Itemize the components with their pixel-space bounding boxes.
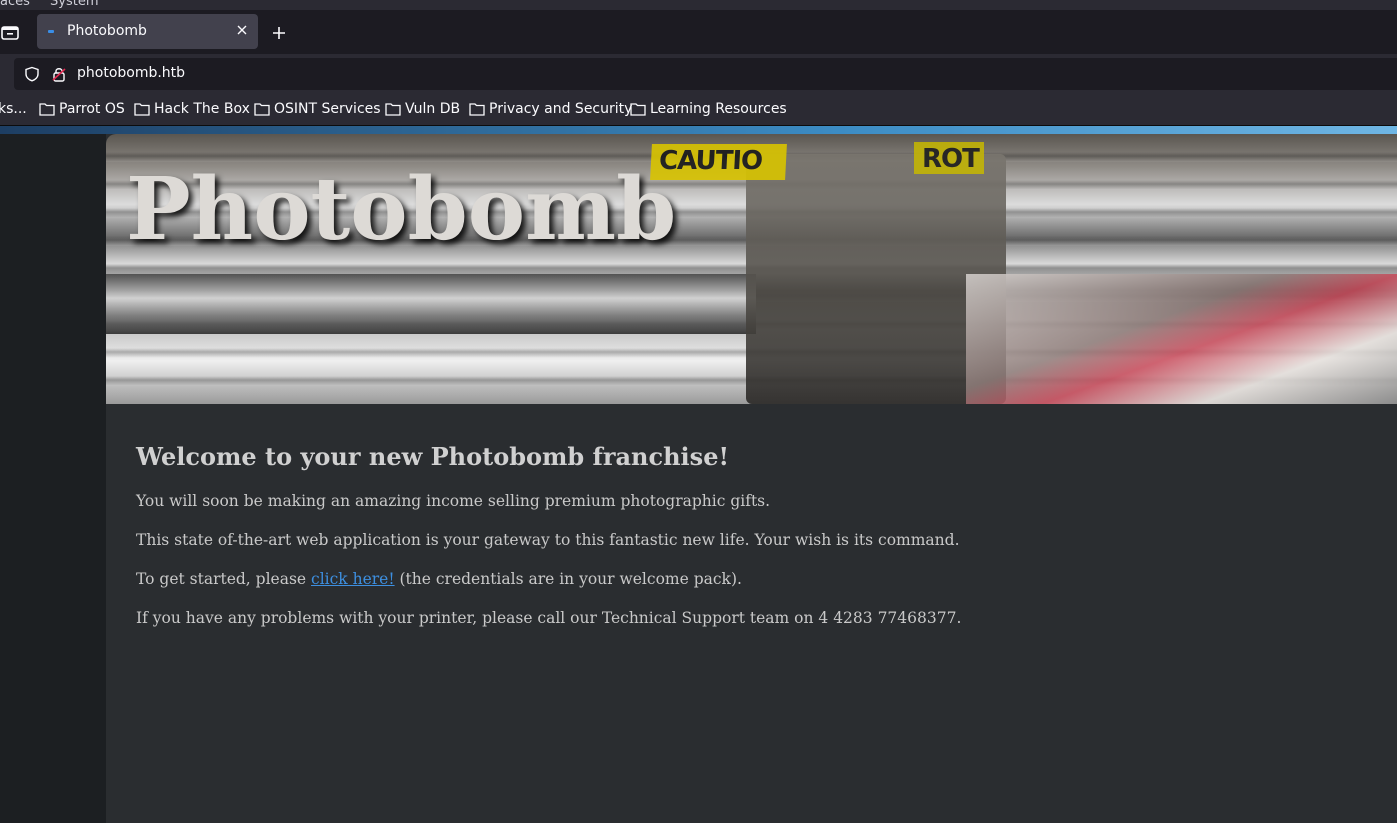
folder-icon <box>630 103 646 116</box>
paragraph-support: If you have any problems with your print… <box>136 609 962 627</box>
bookmark-label: Learning Resources <box>650 101 787 117</box>
paragraph-income: You will soon be making an amazing incom… <box>136 492 771 510</box>
url-text[interactable]: photobomb.htb <box>77 65 185 81</box>
tab-title: Photobomb <box>67 23 147 39</box>
bookmark-label: ks... <box>0 101 27 117</box>
bookmark-label: Vuln DB <box>405 101 461 117</box>
tab-strip: Photobomb <box>0 10 1397 54</box>
url-bar[interactable]: photobomb.htb <box>14 58 1397 90</box>
bookmark-label: OSINT Services <box>274 101 381 117</box>
system-top-bar: aces System <box>0 0 1397 10</box>
hero-rot-text: ROT <box>922 144 980 174</box>
main-text: Welcome to your new Photobomb franchise!… <box>136 442 1366 647</box>
bookmark-label: Hack The Box <box>154 101 250 117</box>
folder-icon <box>385 103 401 116</box>
bookmark-parrot-os[interactable]: Parrot OS <box>39 101 125 117</box>
hero-roller-image <box>106 274 756 334</box>
paragraph-gateway: This state of-the-art web application is… <box>136 531 960 549</box>
hero-banner: CAUTIO ROT Photobomb <box>106 134 1397 404</box>
insecure-lock-icon[interactable] <box>51 66 67 82</box>
web-content: CAUTIO ROT Photobomb Welcome to your new… <box>0 126 1397 823</box>
hero-paper-image <box>966 274 1397 404</box>
bookmarks-toolbar: ks... Parrot OS Hack The Box OSINT Servi… <box>0 94 1397 125</box>
favicon-icon <box>48 30 54 33</box>
bookmark-label: Privacy and Security <box>489 101 633 117</box>
bookmark-privacy-and-security[interactable]: Privacy and Security <box>469 101 632 117</box>
shield-icon[interactable] <box>24 66 40 82</box>
page-container: CAUTIO ROT Photobomb Welcome to your new… <box>106 134 1397 823</box>
bookmark-overflow[interactable]: ks... <box>0 101 27 117</box>
paragraph-get-started: To get started, please click here! (the … <box>136 569 1366 590</box>
get-started-suffix: (the credentials are in your welcome pac… <box>394 570 742 588</box>
bookmark-learning-resources[interactable]: Learning Resources <box>630 101 787 117</box>
bookmark-hack-the-box[interactable]: Hack The Box <box>134 101 250 117</box>
bookmark-osint-services[interactable]: OSINT Services <box>254 101 381 117</box>
folder-icon <box>469 103 485 116</box>
click-here-link[interactable]: click here! <box>311 570 395 588</box>
bookmark-label: Parrot OS <box>59 101 125 117</box>
system-menu-places[interactable]: aces <box>0 0 30 9</box>
hero-rot-sign: ROT <box>914 142 984 174</box>
get-started-prefix: To get started, please <box>136 570 312 588</box>
folder-icon <box>254 103 270 116</box>
tab-photobomb[interactable]: Photobomb <box>37 14 258 49</box>
close-icon[interactable] <box>235 23 249 37</box>
folder-icon <box>39 103 55 116</box>
folder-icon <box>134 103 150 116</box>
bookmark-vuln-db[interactable]: Vuln DB <box>385 101 460 117</box>
navigation-toolbar: photobomb.htb <box>0 54 1397 94</box>
page-top-band <box>0 126 1397 134</box>
new-tab-plus-icon[interactable] <box>270 24 288 42</box>
hero-title: Photobomb <box>126 159 677 260</box>
system-menu-system[interactable]: System <box>50 0 98 9</box>
welcome-heading: Welcome to your new Photobomb franchise! <box>136 442 729 471</box>
firefox-view-icon[interactable] <box>0 22 22 44</box>
